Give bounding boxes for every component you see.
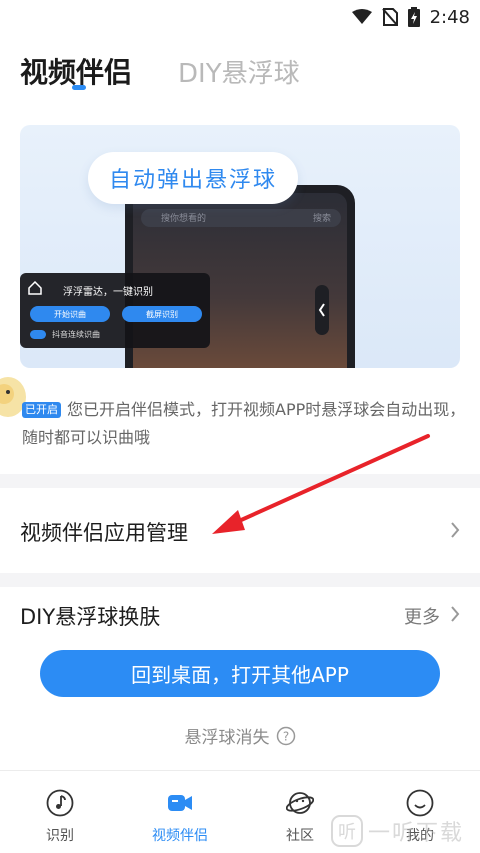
- app-management-label: 视频伴侣应用管理: [20, 521, 188, 545]
- diy-skin-row: DIY悬浮球换肤 更多: [0, 587, 480, 642]
- back-to-desktop-button[interactable]: 回到桌面，打开其他APP: [40, 650, 440, 697]
- battery-charging-icon: [407, 7, 420, 27]
- diy-skin-label: DIY悬浮球换肤: [20, 605, 161, 629]
- nav-label-recognize: 识别: [46, 828, 74, 844]
- top-tabs: 视频伴侣 DIY悬浮球: [0, 33, 480, 103]
- status-bar: 2:48: [0, 0, 480, 33]
- divider: [0, 573, 480, 587]
- svg-text:?: ?: [282, 729, 288, 743]
- phone-search-button: 搜索: [312, 214, 331, 224]
- watermark: 听 一听下载: [330, 808, 480, 853]
- chevron-right-icon: [451, 522, 460, 538]
- tab-indicator: [72, 85, 86, 90]
- enabled-badge: 已开启: [22, 402, 61, 418]
- home-icon: [28, 281, 42, 295]
- watermark-logo-icon: 听: [331, 814, 363, 847]
- video-icon: [168, 795, 192, 811]
- tab-diy-float-ball[interactable]: DIY悬浮球: [178, 53, 300, 90]
- nav-item-video-companion[interactable]: 视频伴侣: [120, 771, 240, 853]
- status-time: 2:48: [429, 6, 470, 28]
- banner-bubble: 自动弹出悬浮球: [88, 152, 298, 204]
- watermark-text: 一听下载: [368, 820, 465, 846]
- music-note-icon: [46, 789, 74, 817]
- planet-icon: [286, 792, 314, 814]
- help-icon[interactable]: ?: [276, 726, 296, 746]
- float-toggle: [30, 330, 46, 339]
- nav-label-community: 社区: [286, 828, 314, 844]
- wifi-icon: [351, 9, 372, 24]
- no-sim-icon: [381, 8, 398, 26]
- feature-banner: 搜你想看的 搜索 浮浮雷达，一键识别 开始识曲 截屏识别 抖音连续识曲 自动弹出…: [20, 125, 460, 368]
- float-ball-disappear-label: 悬浮球消失: [184, 728, 270, 748]
- chevron-left-icon: [315, 285, 329, 335]
- status-icons: 2:48: [351, 6, 470, 28]
- nav-item-recognize[interactable]: 识别: [0, 771, 120, 853]
- phone-search-placeholder: 搜你想看的: [161, 214, 207, 224]
- float-ball-panel: 浮浮雷达，一键识别 开始识曲 截屏识别 抖音连续识曲: [20, 273, 210, 348]
- float-ball-disappear-row[interactable]: 悬浮球消失 ?: [0, 723, 480, 748]
- diy-more-link[interactable]: 更多: [404, 603, 440, 629]
- phone-search-bar: 搜你想看的 搜索: [141, 209, 341, 227]
- float-toggle-label: 抖音连续识曲: [52, 330, 100, 339]
- float-screenshot-button: 截屏识别: [122, 306, 202, 322]
- float-panel-title: 浮浮雷达，一键识别: [63, 287, 153, 298]
- red-arrow-annotation: [212, 434, 430, 534]
- chevron-right-icon[interactable]: [450, 605, 460, 623]
- banner-bubble-text: 自动弹出悬浮球: [108, 168, 277, 193]
- nav-label-video-companion: 视频伴侣: [152, 828, 208, 844]
- svg-text:听: 听: [338, 822, 356, 843]
- float-start-button: 开始识曲: [30, 306, 110, 322]
